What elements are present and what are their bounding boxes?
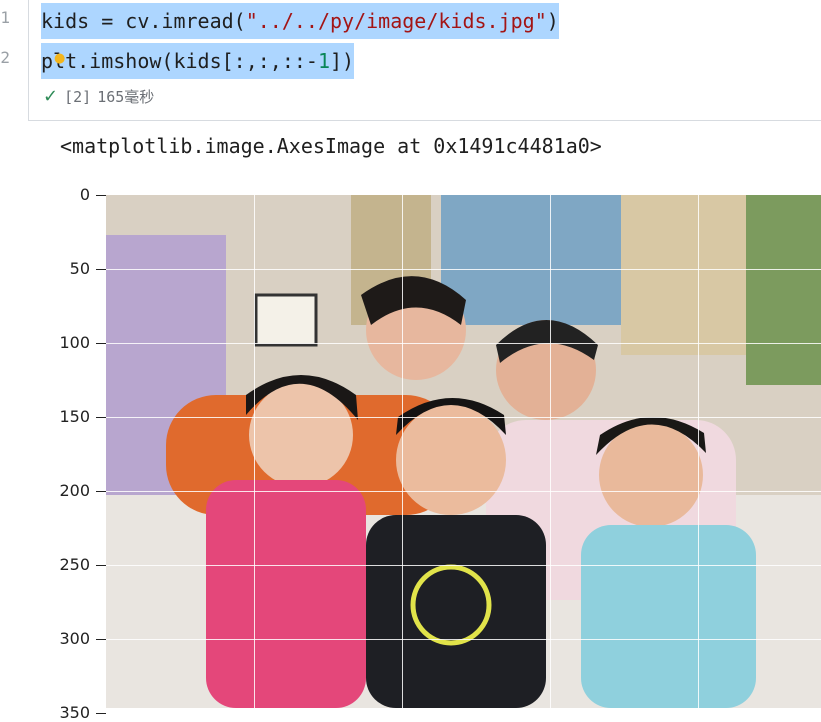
grid-line-horizontal <box>106 491 821 492</box>
code-token: kids = cv.imread( <box>41 9 246 33</box>
notebook-cell: 1 2 kids = cv.imread("../../py/image/kid… <box>0 0 821 722</box>
y-tick-mark <box>96 269 106 270</box>
output-repr: <matplotlib.image.AxesImage at 0x1491c44… <box>60 134 602 158</box>
grid-line-horizontal <box>106 639 821 640</box>
checkmark-icon: ✓ <box>43 86 59 107</box>
grid-line-horizontal <box>106 565 821 566</box>
family-photo-image <box>106 195 821 708</box>
y-tick-mark <box>96 713 106 714</box>
displayed-image <box>106 195 821 708</box>
code-line-2[interactable]: plt.imshow(kids[:,:,::-1]) <box>41 43 355 79</box>
y-tick-mark <box>96 343 106 344</box>
grid-line-vertical <box>254 195 255 708</box>
y-tick-label: 150 <box>59 407 90 426</box>
y-tick-label: 200 <box>59 481 90 500</box>
y-tick-mark <box>96 491 106 492</box>
execution-duration: 165毫秒 <box>97 88 155 106</box>
y-tick-label: 350 <box>59 703 90 722</box>
execution-status: ✓ [2] 165毫秒 <box>43 86 154 108</box>
code-line-1[interactable]: kids = cv.imread("../../py/image/kids.jp… <box>41 3 559 39</box>
code-token: ) <box>546 9 559 33</box>
lightbulb-icon[interactable]: ● <box>54 52 66 66</box>
y-tick-label: 0 <box>79 185 90 204</box>
code-editor[interactable]: kids = cv.imread("../../py/image/kids.jp… <box>28 0 821 121</box>
line-number: 1 <box>0 8 10 27</box>
line-number-gutter: 1 2 <box>0 0 28 120</box>
y-tick-mark <box>96 565 106 566</box>
y-tick-label: 100 <box>59 333 90 352</box>
string-literal: "../../py/image/kids.jpg" <box>245 9 547 33</box>
code-token: ]) <box>330 49 355 73</box>
y-tick-label: 300 <box>59 629 90 648</box>
y-tick-mark <box>96 639 106 640</box>
grid-line-vertical <box>550 195 551 708</box>
code-token: plt.imshow(kids[:,:,::- <box>41 49 318 73</box>
grid-line-vertical <box>402 195 403 708</box>
y-tick-mark <box>96 195 106 196</box>
image-plot: 0 50 100 150 200 250 300 350 <box>0 180 821 722</box>
grid-line-vertical <box>698 195 699 708</box>
execution-count: [2] <box>64 88 92 106</box>
grid-line-horizontal <box>106 269 821 270</box>
y-tick-label: 250 <box>59 555 90 574</box>
grid-line-horizontal <box>106 343 821 344</box>
number-literal: 1 <box>317 49 330 73</box>
line-number: 2 <box>0 48 10 67</box>
y-tick-mark <box>96 417 106 418</box>
y-tick-label: 50 <box>69 259 90 278</box>
grid-line-horizontal <box>106 417 821 418</box>
